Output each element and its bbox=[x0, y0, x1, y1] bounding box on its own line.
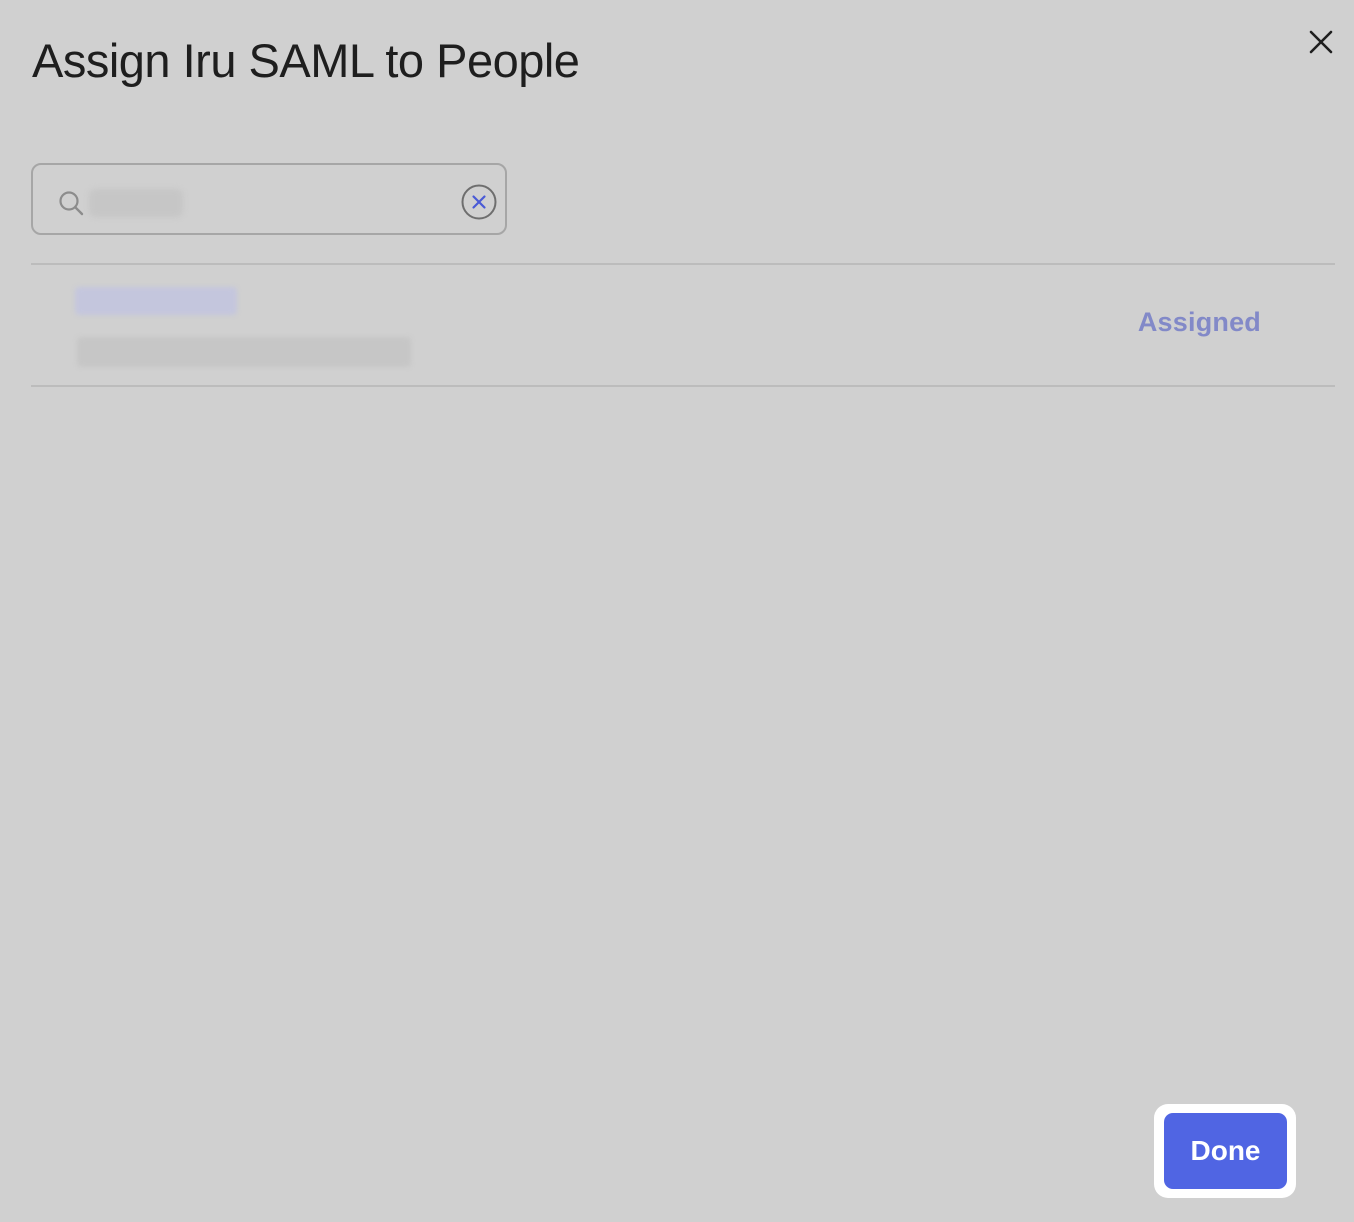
search-icon bbox=[59, 191, 84, 216]
clear-search-button[interactable] bbox=[460, 183, 498, 221]
search-field[interactable] bbox=[31, 163, 507, 235]
dialog-title: Assign Iru SAML to People bbox=[32, 34, 580, 87]
close-icon bbox=[1309, 30, 1333, 54]
done-button-focus-ring: Done bbox=[1154, 1104, 1296, 1198]
person-email-redacted bbox=[77, 337, 411, 367]
close-button[interactable] bbox=[1303, 26, 1339, 62]
person-name-redacted[interactable] bbox=[75, 287, 237, 315]
list-divider-bottom bbox=[31, 385, 1335, 387]
clear-circle-icon bbox=[461, 184, 497, 220]
search-input[interactable] bbox=[91, 183, 455, 221]
assignment-status: Assigned bbox=[1137, 307, 1261, 337]
done-button[interactable]: Done bbox=[1164, 1113, 1287, 1189]
person-row[interactable]: Assigned bbox=[31, 265, 1335, 385]
assign-people-dialog: Assign Iru SAML to People Assigned Done bbox=[0, 0, 1354, 1222]
